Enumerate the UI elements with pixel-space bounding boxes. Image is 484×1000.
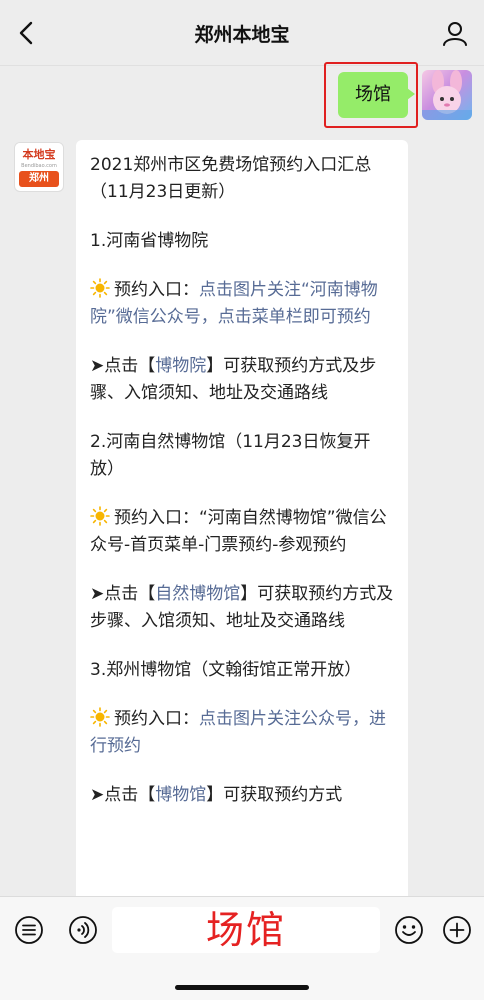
venue-info: ➤点击【自然博物馆】可获取预约方式及步骤、入馆须知、地址及交通路线 <box>90 581 394 635</box>
avatar-image <box>422 70 472 120</box>
menu-icon[interactable] <box>14 915 44 945</box>
avatar-city: 郑州 <box>19 171 59 187</box>
input-bar: 场馆 <box>0 896 484 1000</box>
sun-icon <box>90 707 110 727</box>
venue-info: ➤点击【博物馆】可获取预约方式 <box>90 782 394 809</box>
message-heading: 2021郑州市区免费场馆预约入口汇总（11月23日更新） <box>90 155 372 202</box>
info-link[interactable]: 博物院 <box>155 356 206 376</box>
bot-message-bubble: 2021郑州市区免费场馆预约入口汇总（11月23日更新） 1.河南省博物院 预约… <box>76 140 408 940</box>
info-link[interactable]: 自然博物馆 <box>155 584 240 604</box>
info-prefix: ➤点击【 <box>90 356 156 376</box>
sun-icon <box>90 278 110 298</box>
home-indicator <box>175 985 309 990</box>
venue-title: 3.郑州博物馆（文翰街馆正常开放） <box>90 660 362 680</box>
entry-label: 预约入口： <box>114 709 199 729</box>
plus-icon[interactable] <box>442 915 472 945</box>
entry-label: 预约入口： <box>114 280 199 300</box>
info-prefix: ➤点击【 <box>90 584 156 604</box>
sun-icon <box>90 506 110 526</box>
venue-entry: 预约入口：点击图片关注“河南博物院”微信公众号，点击菜单栏即可预约 <box>90 277 394 331</box>
avatar-site: Bendibao.com <box>21 163 57 169</box>
info-suffix: 】可获取预约方式 <box>206 785 343 805</box>
venue-info: ➤点击【博物院】可获取预约方式及步骤、入馆须知、地址及交通路线 <box>90 353 394 407</box>
emoji-icon[interactable] <box>394 915 424 945</box>
nav-header: 郑州本地宝 <box>0 0 484 66</box>
info-prefix: ➤点击【 <box>90 785 156 805</box>
user-message-bubble[interactable]: 场馆 <box>338 72 415 118</box>
person-icon[interactable] <box>442 20 468 46</box>
bot-avatar[interactable]: 本地宝 Bendibao.com 郑州 <box>14 142 64 192</box>
user-avatar[interactable] <box>422 70 472 120</box>
entry-label: 预约入口： <box>114 508 199 528</box>
venue-entry: 预约入口：“河南自然博物馆”微信公众号-首页菜单-门票预约-参观预约 <box>90 505 394 559</box>
page-title: 郑州本地宝 <box>194 24 290 46</box>
message-input[interactable]: 场馆 <box>112 907 380 953</box>
venue-entry: 预约入口：点击图片关注公众号，进行预约 <box>90 706 394 760</box>
venue-title: 2.河南自然博物馆（11月23日恢复开放） <box>90 432 371 479</box>
venue-title: 1.河南省博物院 <box>90 231 209 251</box>
voice-icon[interactable] <box>68 915 98 945</box>
info-link[interactable]: 博物馆 <box>155 785 206 805</box>
